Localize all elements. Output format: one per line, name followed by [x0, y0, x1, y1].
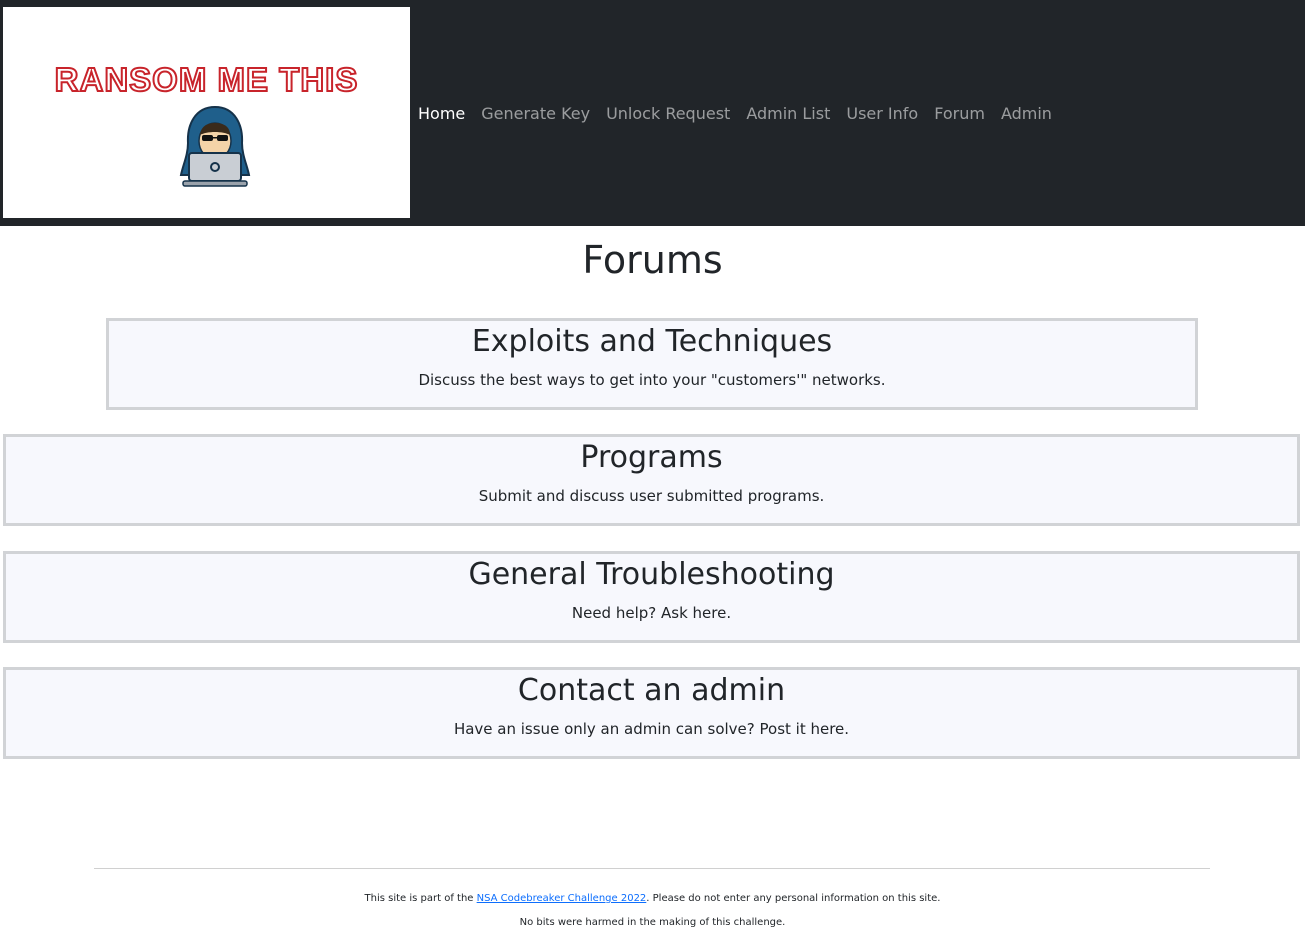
- forum-card-title: Exploits and Techniques: [471, 324, 833, 359]
- forum-card-description: Discuss the best ways to get into your "…: [418, 371, 886, 389]
- forum-card-description: Submit and discuss user submitted progra…: [478, 487, 825, 505]
- forum-card-title: General Troubleshooting: [468, 557, 835, 592]
- footer-disclaimer: No bits were harmed in the making of thi…: [519, 917, 786, 928]
- forum-card-title: Programs: [580, 440, 723, 475]
- forum-card-title: Contact an admin: [517, 673, 786, 708]
- footer-notice-prefix: This site is part of the: [364, 893, 477, 904]
- nav-admin-list[interactable]: Admin List: [746, 104, 830, 123]
- nav-user-info[interactable]: User Info: [846, 104, 918, 123]
- footer-notice-suffix: . Please do not enter any personal infor…: [646, 893, 941, 904]
- nav-admin[interactable]: Admin: [1001, 104, 1052, 123]
- hacker-laptop-icon: [179, 105, 251, 187]
- nav-home[interactable]: Home: [418, 104, 465, 123]
- nav-links: Home Generate Key Unlock Request Admin L…: [418, 100, 1068, 126]
- footer-divider: [94, 868, 1210, 869]
- codebreaker-challenge-link[interactable]: NSA Codebreaker Challenge 2022: [477, 893, 647, 904]
- site-logo-link[interactable]: RANSOM ME THIS: [3, 7, 410, 218]
- nav-forum[interactable]: Forum: [934, 104, 985, 123]
- page-title: Forums: [582, 238, 723, 282]
- forum-card-description: Have an issue only an admin can solve? P…: [453, 720, 850, 738]
- forum-card-programs[interactable]: Programs Submit and discuss user submitt…: [3, 434, 1300, 526]
- forum-card-general-troubleshooting[interactable]: General Troubleshooting Need help? Ask h…: [3, 551, 1300, 643]
- forum-card-exploits-and-techniques[interactable]: Exploits and Techniques Discuss the best…: [106, 318, 1198, 410]
- forum-card-contact-an-admin[interactable]: Contact an admin Have an issue only an a…: [3, 667, 1300, 759]
- nav-generate-key[interactable]: Generate Key: [481, 104, 590, 123]
- navbar: RANSOM ME THIS Home Generate Key Unlock …: [0, 0, 1305, 226]
- footer-notice: This site is part of the NSA Codebreaker…: [0, 893, 1305, 904]
- logo-text: RANSOM ME THIS: [54, 60, 359, 99]
- nav-unlock-request[interactable]: Unlock Request: [606, 104, 730, 123]
- forum-card-description: Need help? Ask here.: [571, 604, 732, 622]
